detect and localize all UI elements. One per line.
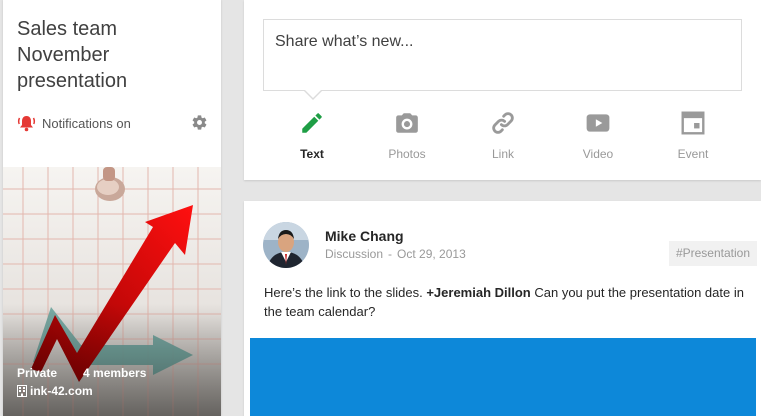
post-meta: Discussion - Oct 29, 2013 [325,247,466,261]
notifications-toggle[interactable]: Notifications on [17,113,213,133]
visibility-label: Private [17,366,58,380]
share-tab-video[interactable]: Video [563,110,633,164]
share-tab-photos[interactable]: Photos [372,110,442,164]
member-count[interactable]: 4 members [83,366,146,380]
notifications-label: Notifications on [42,116,131,131]
post-card: Mike Chang Discussion - Oct 29, 2013 #Pres… [244,201,761,416]
avatar[interactable] [263,222,309,268]
share-tab-text-label: Text [300,147,324,161]
pencil-icon [302,113,322,133]
community-meta: Private 4 members [17,366,172,380]
gear-icon[interactable] [191,114,208,131]
community-domain: ink-42.com [17,384,93,398]
camera-icon [396,113,418,133]
post-body: Here’s the link to the slides. +Jeremiah… [264,283,744,321]
share-box: Share what’s new... Text Photos Link Vid… [244,0,761,180]
community-cover-image: Private 4 members ink-42.com [3,167,221,416]
post-hashtag[interactable]: #Presentation [668,241,757,266]
share-tab-link[interactable]: Link [468,110,538,164]
post-category[interactable]: Discussion [325,247,383,261]
post-author[interactable]: Mike Chang [325,228,404,244]
post-text-before: Here’s the link to the slides. [264,285,427,300]
share-tab-link-label: Link [491,147,514,161]
meta-separator: - [388,247,393,261]
post-mention[interactable]: +Jeremiah Dillon [426,285,530,300]
community-card: Sales team November presentation Notific… [3,0,221,416]
community-title: Sales team November presentation [17,18,128,92]
bell-icon [17,116,36,132]
building-icon [17,385,27,397]
link-icon [492,112,514,134]
share-tab-photos-label: Photos [388,147,426,161]
video-icon [586,114,610,132]
share-input[interactable]: Share what’s new... [263,19,742,91]
share-tab-event-label: Event [677,147,709,161]
post-attachment-preview[interactable] [250,338,756,416]
share-tab-text[interactable]: Text [277,110,347,164]
domain-label: ink-42.com [30,384,93,398]
share-tab-video-label: Video [582,147,614,161]
share-tab-event[interactable]: Event [658,110,728,164]
post-date[interactable]: Oct 29, 2013 [397,247,466,261]
calendar-icon [681,111,705,135]
